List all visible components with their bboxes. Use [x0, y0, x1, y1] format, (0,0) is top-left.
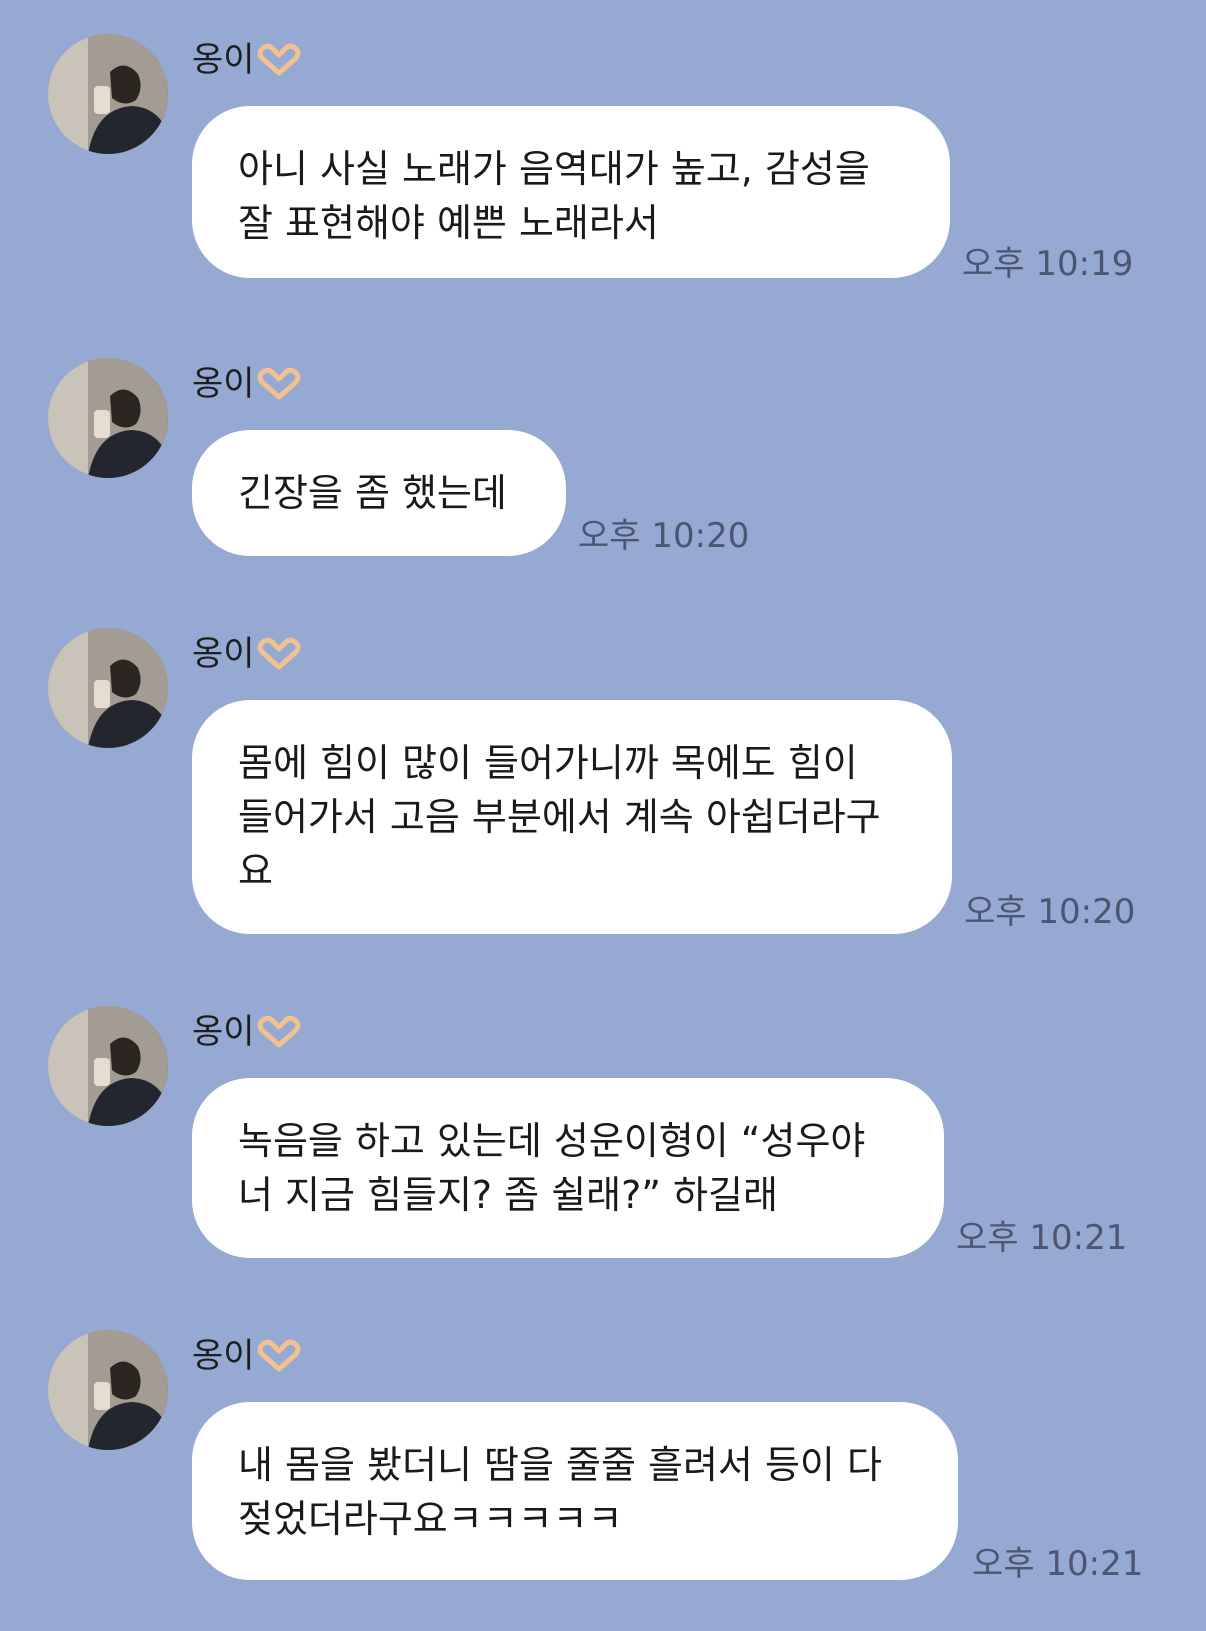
message-bubble[interactable]: 내 몸을 봤더니 땀을 줄줄 흘려서 등이 다 젖었더라구요ㅋㅋㅋㅋㅋ: [192, 1402, 958, 1580]
avatar[interactable]: [48, 34, 168, 154]
heart-hands-icon: [257, 1015, 301, 1048]
sender-name-label: 옹이: [192, 634, 255, 674]
message-bubble[interactable]: 몸에 힘이 많이 들어가니까 목에도 힘이 들어가서 고음 부분에서 계속 아쉽…: [192, 700, 952, 934]
message-bubble[interactable]: 아니 사실 노래가 음역대가 높고, 감성을 잘 표현해야 예쁜 노래라서: [192, 106, 950, 278]
sender-name-label: 옹이: [192, 364, 255, 404]
sender-name-label: 옹이: [192, 40, 255, 80]
sender-name-label: 옹이: [192, 1012, 255, 1052]
sender-name: 옹이: [192, 1336, 301, 1376]
sender-name-label: 옹이: [192, 1336, 255, 1376]
message-time: 오후 10:20: [964, 892, 1136, 932]
message-bubble[interactable]: 녹음을 하고 있는데 성운이형이 “성우야 너 지금 힘들지? 좀 쉴래?” 하…: [192, 1078, 944, 1258]
avatar[interactable]: [48, 1006, 168, 1126]
sender-name: 옹이: [192, 634, 301, 674]
message-time: 오후 10:19: [962, 244, 1134, 284]
avatar[interactable]: [48, 1330, 168, 1450]
heart-hands-icon: [257, 637, 301, 670]
heart-hands-icon: [257, 43, 301, 76]
sender-name: 옹이: [192, 40, 301, 80]
message-time: 오후 10:21: [972, 1544, 1144, 1584]
message-bubble[interactable]: 긴장을 좀 했는데: [192, 430, 566, 556]
message-time: 오후 10:20: [578, 516, 750, 556]
avatar[interactable]: [48, 358, 168, 478]
sender-name: 옹이: [192, 1012, 301, 1052]
avatar[interactable]: [48, 628, 168, 748]
sender-name: 옹이: [192, 364, 301, 404]
heart-hands-icon: [257, 367, 301, 400]
message-time: 오후 10:21: [956, 1218, 1128, 1258]
heart-hands-icon: [257, 1339, 301, 1372]
